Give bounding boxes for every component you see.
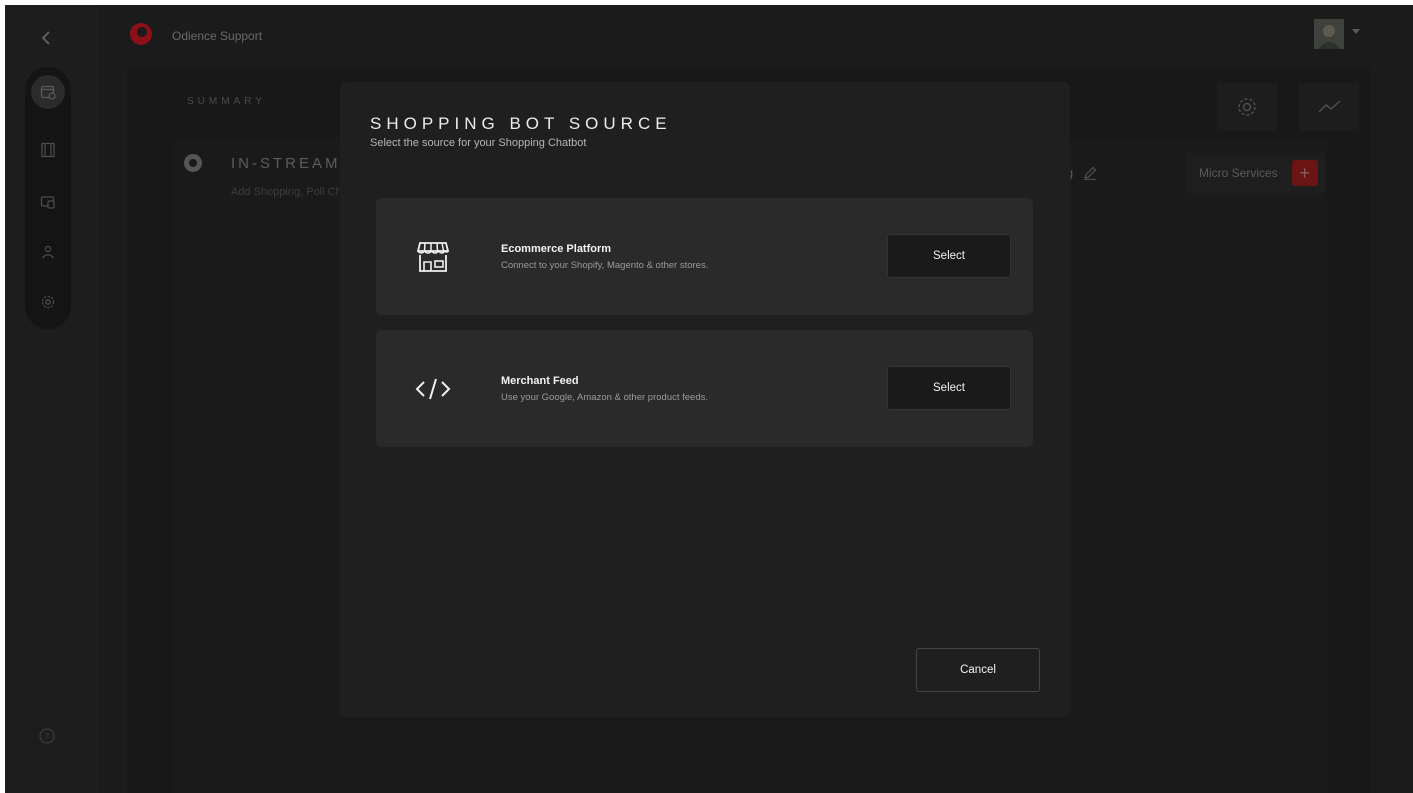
svg-text:?: ? xyxy=(45,733,50,743)
plus-icon[interactable]: + xyxy=(1291,160,1318,186)
top-bar: Odience Support xyxy=(98,5,1413,65)
option-ecommerce-platform: Ecommerce Platform Connect to your Shopi… xyxy=(376,198,1033,315)
storefront-icon xyxy=(414,238,452,276)
nav-users[interactable] xyxy=(35,239,61,265)
shopping-bot-source-modal: SHOPPING BOT SOURCE Select the source fo… xyxy=(340,82,1070,717)
in-stream-icon xyxy=(184,154,202,172)
tab-summary[interactable]: SUMMARY xyxy=(187,96,266,107)
avatar[interactable] xyxy=(1314,19,1344,49)
chevron-left-icon xyxy=(41,31,50,45)
panel-subtitle: Add Shopping, Poll Ch xyxy=(231,186,342,198)
help-icon[interactable]: ? xyxy=(38,727,56,745)
app-window: ? Odience Support SUMMARY IN-STREAM S Ad… xyxy=(5,5,1413,793)
select-ecommerce-button[interactable]: Select xyxy=(887,234,1011,278)
nav-devices[interactable] xyxy=(35,189,61,215)
chevron-down-icon[interactable] xyxy=(1352,29,1360,35)
devices-icon xyxy=(40,196,55,209)
nav-events[interactable] xyxy=(31,75,65,109)
nav-rail xyxy=(25,67,71,329)
micro-services-button[interactable]: Micro Services + xyxy=(1185,153,1325,193)
option-description: Connect to your Shopify, Magento & other… xyxy=(501,260,709,271)
select-merchant-feed-button[interactable]: Select xyxy=(887,366,1011,410)
gear-icon xyxy=(1238,98,1256,116)
option-merchant-feed: Merchant Feed Use your Google, Amazon & … xyxy=(376,330,1033,447)
gear-icon xyxy=(41,295,55,309)
settings-tool-button[interactable] xyxy=(1217,83,1277,131)
nav-settings[interactable] xyxy=(35,289,61,315)
trend-line-icon xyxy=(1318,100,1341,113)
cancel-button[interactable]: Cancel xyxy=(916,648,1040,692)
calendar-check-icon xyxy=(40,85,56,100)
users-icon xyxy=(42,245,54,259)
pencil-icon xyxy=(1084,166,1097,180)
back-button[interactable] xyxy=(31,23,61,53)
option-title: Ecommerce Platform xyxy=(501,243,612,255)
user-photo-icon xyxy=(1314,19,1344,49)
nav-media[interactable] xyxy=(35,137,61,163)
code-icon xyxy=(414,370,452,408)
option-title: Merchant Feed xyxy=(501,375,579,387)
micro-services-label: Micro Services xyxy=(1199,166,1278,180)
brand-name: Odience Support xyxy=(172,29,263,43)
modal-subtitle: Select the source for your Shopping Chat… xyxy=(370,137,587,149)
option-description: Use your Google, Amazon & other product … xyxy=(501,392,709,403)
analytics-tool-button[interactable] xyxy=(1299,83,1359,131)
left-navigation: ? xyxy=(5,5,98,793)
odience-logo-icon xyxy=(130,23,152,45)
modal-title: SHOPPING BOT SOURCE xyxy=(370,114,672,133)
film-icon xyxy=(41,142,55,158)
